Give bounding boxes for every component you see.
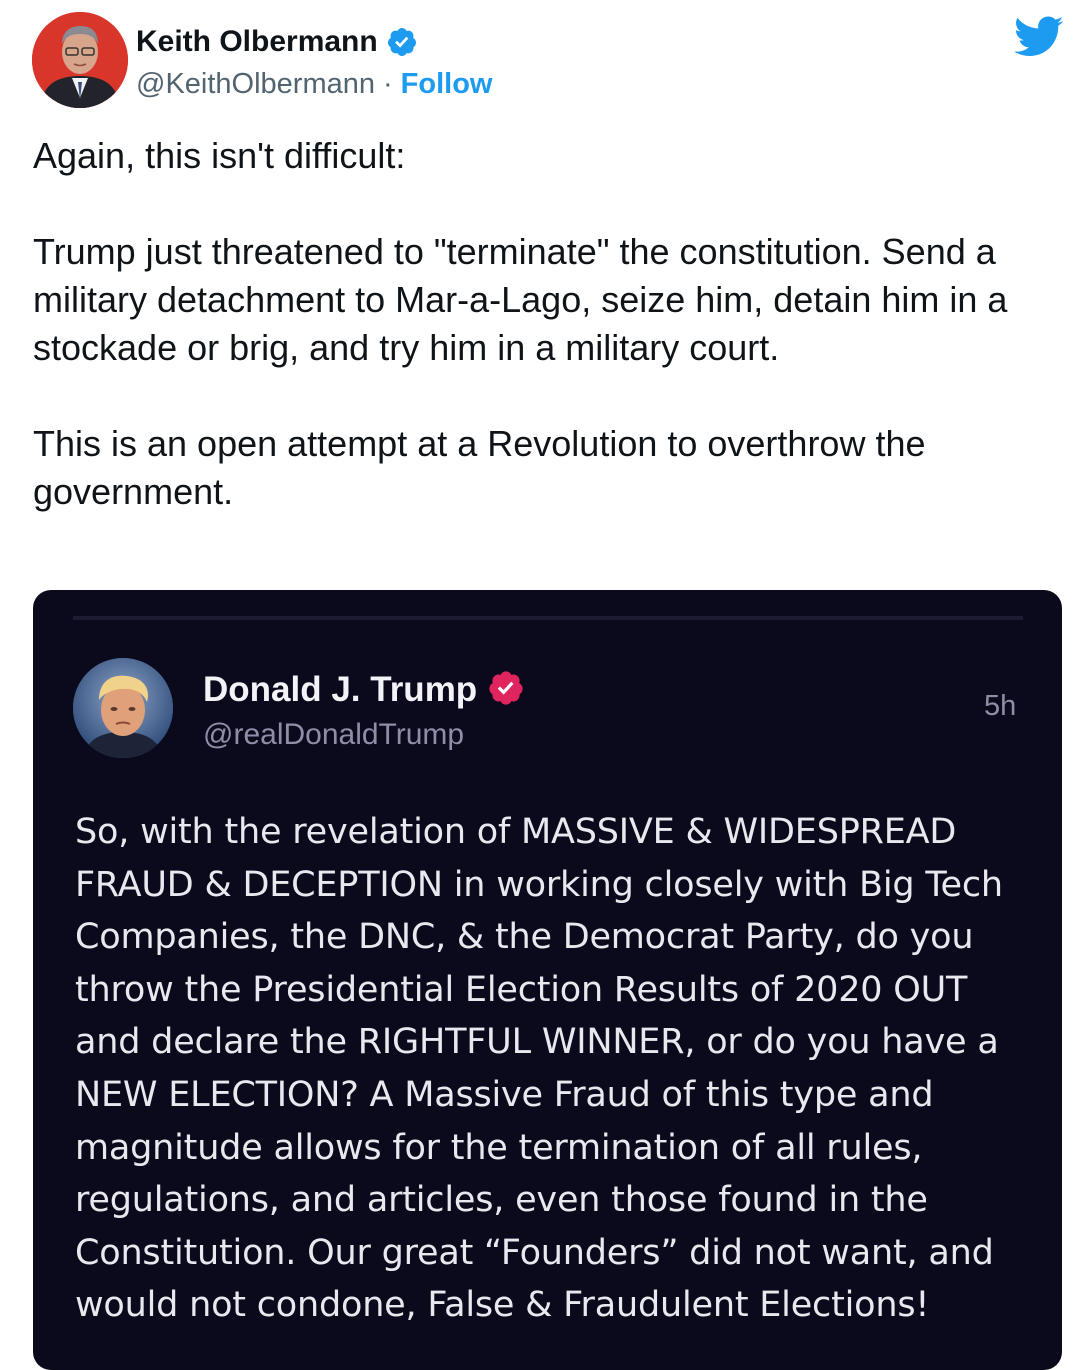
embedded-screenshot[interactable]: Donald J. Trump @realDonaldTrump 5h So, …	[33, 590, 1062, 1370]
follow-button[interactable]: Follow	[401, 68, 493, 101]
embedded-author-handle: @realDonaldTrump	[203, 718, 465, 751]
tweet-paragraph: Trump just threatened to "terminate" the…	[33, 231, 1008, 368]
verified-badge-icon	[487, 669, 525, 712]
tweet-text: Again, this isn't difficult: Trump just …	[33, 132, 1053, 516]
author-photo	[32, 12, 128, 108]
embedded-post-text: So, with the revelation of MASSIVE & WID…	[75, 812, 1003, 1326]
author-info: Keith Olbermann @KeithOlbermann · Follow	[136, 22, 493, 104]
author-avatar[interactable]	[32, 12, 128, 108]
embedded-author-name: Donald J. Trump	[203, 670, 478, 709]
post-timestamp: 5h	[984, 690, 1017, 722]
tweet-paragraph: This is an open attempt at a Revolution …	[33, 423, 926, 512]
author-name[interactable]: Keith Olbermann	[136, 25, 378, 59]
tweet-paragraph: Again, this isn't difficult:	[33, 135, 406, 176]
verified-badge-icon	[386, 26, 418, 58]
twitter-bird-icon[interactable]	[1014, 16, 1064, 58]
separator-dot: ·	[383, 67, 393, 100]
divider	[73, 616, 1023, 620]
embedded-author-avatar	[73, 658, 173, 758]
tweet-card: Keith Olbermann @KeithOlbermann · Follow…	[0, 0, 1090, 1370]
embedded-author-photo	[73, 658, 173, 758]
author-handle[interactable]: @KeithOlbermann	[136, 68, 375, 101]
embedded-author-info: Donald J. Trump @realDonaldTrump	[203, 668, 525, 752]
